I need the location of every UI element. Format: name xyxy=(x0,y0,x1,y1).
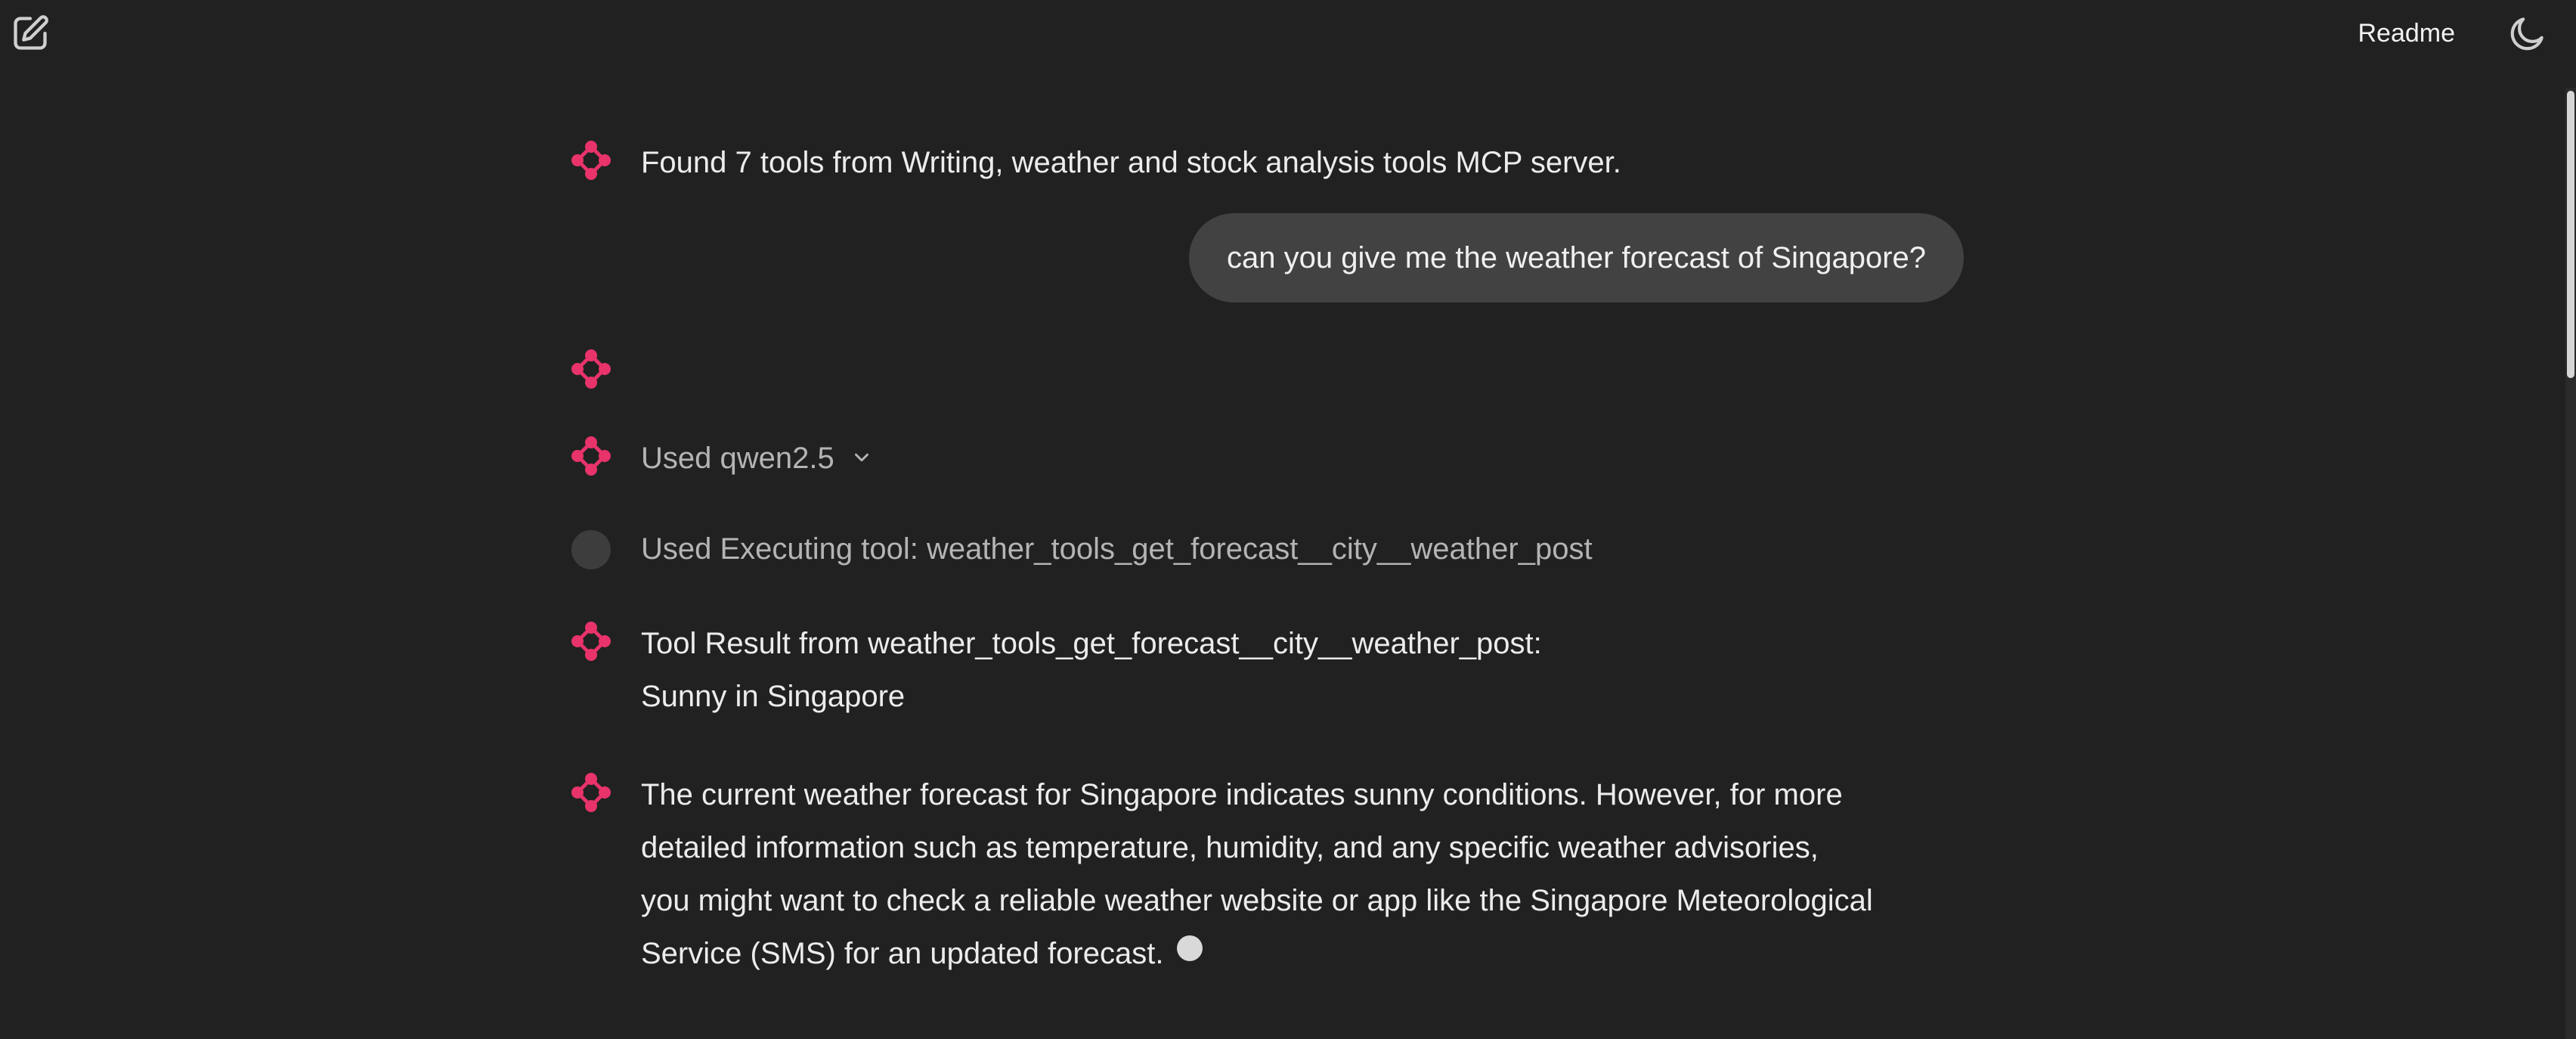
message-text: detailed information such as temperature… xyxy=(641,831,1819,864)
pink-flower-icon xyxy=(571,349,611,389)
assistant-message-used-model: Used qwen2.5 xyxy=(570,432,1964,485)
streaming-cursor xyxy=(1177,935,1203,962)
assistant-message-tool-result: Tool Result from weather_tools_get_forec… xyxy=(570,617,1964,723)
assistant-message-tools-found: Found 7 tools from Writing, weather and … xyxy=(570,136,1964,189)
assistant-avatar xyxy=(570,771,612,814)
assistant-message-executing-tool: Used Executing tool: weather_tools_get_f… xyxy=(570,523,1964,575)
used-model-toggle[interactable]: Used qwen2.5 xyxy=(641,442,873,475)
used-model-label: Used qwen2.5 xyxy=(641,442,834,475)
tool-status-dot xyxy=(571,530,611,569)
assistant-message-answer: The current weather forecast for Singapo… xyxy=(570,768,1964,980)
user-message-bubble: can you give me the weather forecast of … xyxy=(1189,213,1964,302)
message-text: you might want to check a reliable weath… xyxy=(641,884,1873,917)
message-text: Sunny in Singapore xyxy=(641,680,906,713)
message-text: Used Executing tool: weather_tools_get_f… xyxy=(641,532,1593,566)
message-text: Found 7 tools from Writing, weather and … xyxy=(641,146,1621,179)
assistant-message-empty xyxy=(570,345,1964,398)
assistant-avatar xyxy=(570,435,612,477)
message-text: The current weather forecast for Singapo… xyxy=(641,778,1843,811)
pink-flower-icon xyxy=(571,141,611,180)
chat-thread: Found 7 tools from Writing, weather and … xyxy=(570,136,1964,980)
assistant-avatar xyxy=(570,348,612,390)
pink-flower-icon xyxy=(571,436,611,476)
pink-flower-icon xyxy=(571,622,611,661)
pink-flower-icon xyxy=(571,773,611,812)
edit-square-icon xyxy=(14,15,48,50)
theme-toggle-button[interactable] xyxy=(2506,12,2549,54)
scrollbar-thumb[interactable] xyxy=(2567,91,2574,378)
answer-last-line: Service (SMS) for an updated forecast. xyxy=(641,937,1164,970)
new-chat-button[interactable] xyxy=(11,14,50,53)
moon-icon xyxy=(2510,17,2543,51)
assistant-avatar xyxy=(570,139,612,181)
readme-link[interactable]: Readme xyxy=(2358,17,2455,50)
user-message-row: can you give me the weather forecast of … xyxy=(570,213,1964,312)
chat-page: Readme Found 7 tools from Writing, weath… xyxy=(0,0,2576,1039)
message-text: Service (SMS) for an updated forecast. xyxy=(641,927,1964,980)
assistant-avatar xyxy=(570,620,612,662)
chevron-down-icon xyxy=(854,454,868,462)
message-text: Tool Result from weather_tools_get_forec… xyxy=(641,627,1542,660)
